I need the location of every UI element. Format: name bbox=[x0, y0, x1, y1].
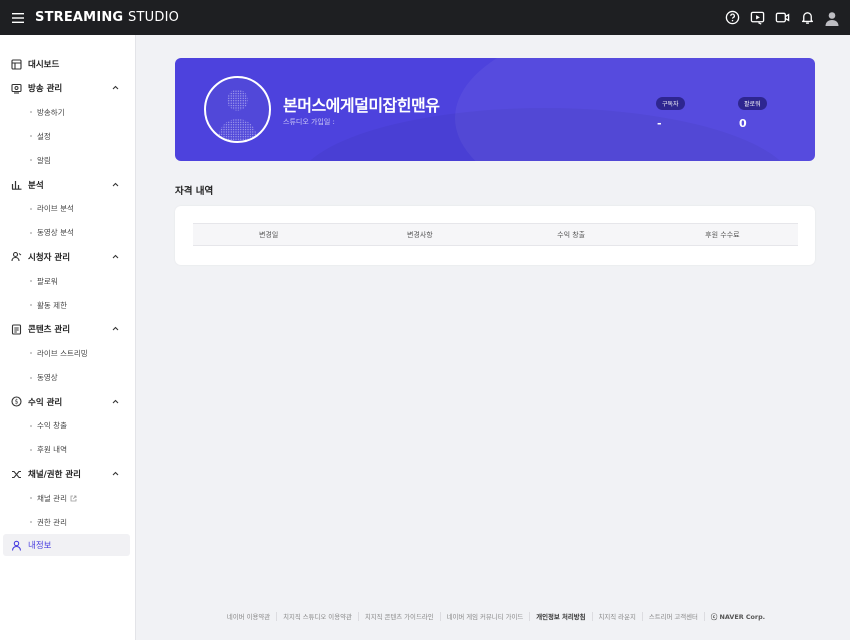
video-icon[interactable] bbox=[774, 10, 790, 26]
sidebar-label-viewers: 시청자 관리 bbox=[28, 252, 71, 263]
chevron-up-icon bbox=[112, 471, 119, 476]
sidebar-subitem-donation-history[interactable]: 후원 내역 bbox=[0, 438, 135, 462]
sidebar-label-myinfo: 내정보 bbox=[28, 541, 52, 552]
column-header: 변경일 bbox=[258, 230, 279, 239]
sidebar-subitem-followers[interactable]: 팔로워 bbox=[0, 269, 135, 293]
shuffle-icon bbox=[11, 469, 22, 480]
footer-link[interactable]: 네이버 게임 커뮤니티 가이드 bbox=[439, 612, 530, 621]
chevron-up-icon bbox=[112, 254, 119, 259]
app-logo[interactable]: STREAMING STUDIO bbox=[35, 10, 179, 25]
sidebar-item-myinfo[interactable]: 내정보 bbox=[3, 534, 130, 557]
footer: 네이버 이용약관 치지직 스튜디오 이용약관 치지직 콘텐츠 가이드라인 네이버… bbox=[136, 612, 850, 621]
logo-bold: STREAMING bbox=[35, 10, 124, 25]
sidebar-subitem-label: 라이브 분석 bbox=[37, 204, 74, 214]
profile-card: 본머스에게덜미잡힌맨유 스튜디오 가입일 : 구독자 - 팔로워 0 bbox=[175, 58, 815, 161]
footer-link-privacy[interactable]: 개인정보 처리방침 bbox=[529, 612, 591, 621]
eligibility-table-card: 변경일 변경사항 수익 창출 후원 수수료 bbox=[175, 206, 815, 265]
external-link-icon bbox=[70, 495, 77, 502]
analytics-icon bbox=[11, 179, 22, 190]
sidebar: 대시보드 방송 관리 방송하기 설정 알림 분석 라이브 분석 동영상 분석 시… bbox=[0, 35, 136, 640]
sidebar-label-content: 콘텐츠 관리 bbox=[28, 325, 71, 336]
sidebar-subitem-label: 동영상 bbox=[37, 373, 58, 383]
sidebar-subitem-monetization[interactable]: 수익 창출 bbox=[0, 414, 135, 438]
sidebar-item-content[interactable]: 콘텐츠 관리 bbox=[0, 317, 135, 341]
sidebar-item-dashboard[interactable]: 대시보드 bbox=[0, 52, 135, 76]
sidebar-subitem-broadcast-start[interactable]: 방송하기 bbox=[0, 100, 135, 124]
sidebar-label-dashboard: 대시보드 bbox=[28, 60, 60, 70]
sidebar-subitem-live-streaming[interactable]: 라이브 스트리밍 bbox=[0, 341, 135, 365]
stat-label: 팔로워 bbox=[738, 97, 767, 110]
stat-label: 구독자 bbox=[656, 97, 685, 110]
section-title: 자격 내역 bbox=[175, 186, 214, 197]
chevron-up-icon bbox=[112, 182, 119, 186]
sidebar-subitem-label: 채널 관리 bbox=[37, 493, 67, 503]
table-header: 변경일 변경사항 수익 창출 후원 수수료 bbox=[193, 223, 798, 246]
footer-link[interactable]: 치지직 스튜디오 이용약관 bbox=[276, 612, 358, 621]
sidebar-label-broadcast: 방송 관리 bbox=[28, 84, 63, 94]
sidebar-item-revenue[interactable]: $ 수익 관리 bbox=[0, 390, 135, 414]
sidebar-subitem-label: 알림 bbox=[37, 155, 51, 165]
sidebar-item-channel[interactable]: 채널/권한 관리 bbox=[0, 462, 135, 486]
broadcast-icon bbox=[11, 83, 22, 94]
chevron-up-icon bbox=[112, 399, 119, 404]
sidebar-label-channel: 채널/권한 관리 bbox=[28, 470, 81, 481]
user-avatar-icon[interactable] bbox=[824, 10, 840, 26]
content-icon bbox=[11, 324, 22, 335]
sidebar-item-viewers[interactable]: 시청자 관리 bbox=[0, 245, 135, 269]
sidebar-subitem-label: 팔로워 bbox=[37, 276, 58, 286]
sidebar-subitem-label: 설정 bbox=[37, 131, 51, 141]
column-header: 변경사항 bbox=[406, 230, 433, 239]
dashboard-icon bbox=[11, 58, 22, 70]
sidebar-subitem-broadcast-alerts[interactable]: 알림 bbox=[0, 148, 135, 172]
sidebar-subitem-label: 활동 제한 bbox=[37, 300, 67, 310]
svg-text:$: $ bbox=[15, 399, 19, 406]
stat-value: - bbox=[657, 117, 662, 130]
sidebar-subitem-permission-manage[interactable]: 권한 관리 bbox=[0, 510, 135, 534]
copyright: ⓒ NAVER Corp. bbox=[703, 612, 765, 621]
stat-value: 0 bbox=[739, 117, 747, 130]
person-icon bbox=[11, 540, 22, 551]
footer-link[interactable]: 치지직 라운지 bbox=[591, 612, 642, 621]
footer-link[interactable]: 치지직 콘텐츠 가이드라인 bbox=[357, 612, 440, 621]
column-header: 수익 창출 bbox=[557, 230, 586, 239]
stat-subscribers: 구독자 - bbox=[656, 91, 685, 130]
sidebar-label-analytics: 분석 bbox=[28, 180, 44, 191]
menu-button[interactable] bbox=[0, 0, 35, 35]
sidebar-subitem-channel-manage[interactable]: 채널 관리 bbox=[0, 486, 135, 510]
studio-join-date: 스튜디오 가입일 : bbox=[283, 118, 335, 126]
sidebar-subitem-label: 방송하기 bbox=[37, 107, 65, 117]
bell-icon[interactable] bbox=[799, 10, 815, 26]
footer-link[interactable]: 네이버 이용약관 bbox=[221, 612, 276, 621]
stat-followers: 팔로워 0 bbox=[738, 91, 767, 130]
help-icon[interactable] bbox=[724, 10, 740, 26]
chevron-up-icon bbox=[112, 85, 119, 90]
live-studio-icon[interactable] bbox=[749, 10, 765, 26]
column-header: 후원 수수료 bbox=[705, 230, 740, 239]
default-avatar-icon bbox=[218, 89, 257, 141]
chevron-up-icon bbox=[112, 327, 119, 331]
hamburger-icon bbox=[11, 12, 24, 23]
sidebar-subitem-label: 수익 창출 bbox=[37, 421, 67, 431]
profile-avatar[interactable] bbox=[204, 76, 271, 143]
sidebar-subitem-live-analytics[interactable]: 라이브 분석 bbox=[0, 197, 135, 221]
sidebar-subitem-label: 권한 관리 bbox=[37, 517, 67, 527]
sidebar-subitem-label: 후원 내역 bbox=[37, 445, 67, 455]
coin-icon: $ bbox=[11, 396, 22, 407]
sidebar-subitem-video-analytics[interactable]: 동영상 분석 bbox=[0, 221, 135, 245]
logo-light: STUDIO bbox=[128, 10, 180, 25]
sidebar-subitem-restrictions[interactable]: 활동 제한 bbox=[0, 293, 135, 317]
top-icons bbox=[724, 0, 840, 35]
sidebar-label-revenue: 수익 관리 bbox=[28, 397, 63, 408]
sidebar-item-analytics[interactable]: 분석 bbox=[0, 173, 135, 197]
sidebar-subitem-videos[interactable]: 동영상 bbox=[0, 366, 135, 390]
viewers-icon bbox=[11, 251, 22, 262]
sidebar-subitem-broadcast-settings[interactable]: 설정 bbox=[0, 124, 135, 148]
sidebar-subitem-label: 라이브 스트리밍 bbox=[37, 348, 88, 358]
top-bar: STREAMING STUDIO bbox=[0, 0, 850, 35]
sidebar-item-broadcast[interactable]: 방송 관리 bbox=[0, 76, 135, 100]
profile-name: 본머스에게덜미잡힌맨유 bbox=[283, 96, 440, 115]
footer-link[interactable]: 스트리머 고객센터 bbox=[641, 612, 704, 621]
sidebar-subitem-label: 동영상 분석 bbox=[37, 228, 74, 238]
